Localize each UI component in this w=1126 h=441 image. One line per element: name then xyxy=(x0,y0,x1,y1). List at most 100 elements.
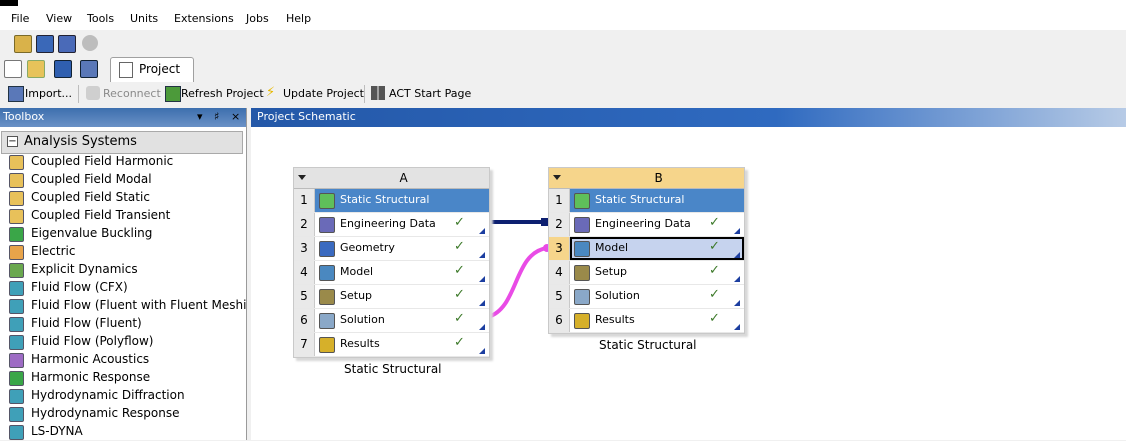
toolbox-item[interactable]: Hydrodynamic Diffraction xyxy=(0,387,246,405)
solution-model-link[interactable] xyxy=(487,246,548,319)
cell-number: 6 xyxy=(294,309,315,332)
cell-body[interactable]: Model ✓ xyxy=(315,261,489,284)
cell-label: Static Structural xyxy=(340,193,430,206)
toolbox-item[interactable]: Harmonic Acoustics xyxy=(0,351,246,369)
system-header[interactable]: A xyxy=(294,168,489,189)
cell-body[interactable]: Static Structural xyxy=(570,189,744,212)
toolbox-title: Toolbox xyxy=(3,110,45,123)
toolbox-item-label: Coupled Field Static xyxy=(31,190,150,204)
act-start-page-button[interactable]: ACT Start Page xyxy=(389,87,471,100)
system-block-a[interactable]: A 1 Static Structural 2 Engineering Data ✓ 3 Ge… xyxy=(293,167,490,358)
toolbox-item-label: Harmonic Acoustics xyxy=(31,352,150,366)
update-project-button[interactable]: Update Project xyxy=(283,87,364,100)
cell-body[interactable]: Setup ✓ xyxy=(315,285,489,308)
cell-body[interactable]: Model ✓ xyxy=(570,237,744,260)
results-icon xyxy=(574,313,590,329)
save-as-icon[interactable] xyxy=(80,60,98,78)
toolbox-menu-icon[interactable]: ▾ xyxy=(197,110,203,123)
system-name-label[interactable]: Static Structural xyxy=(344,362,442,376)
fluent-icon xyxy=(9,317,24,332)
system-cell[interactable]: 5 Solution ✓ xyxy=(549,285,744,309)
system-cell[interactable]: 3 Model ✓ xyxy=(549,237,744,261)
system-cell[interactable]: 4 Model ✓ xyxy=(294,261,489,285)
menu-jobs[interactable]: Jobs xyxy=(246,12,269,25)
polyflow-icon xyxy=(9,335,24,350)
buckling-icon xyxy=(9,227,24,242)
cell-body[interactable]: Solution ✓ xyxy=(570,285,744,308)
up-to-date-check-icon: ✓ xyxy=(454,263,465,278)
close-icon[interactable]: × xyxy=(231,110,240,123)
project-schematic: Project Schematic A 1 Static Structural 2 En… xyxy=(251,108,1126,440)
toolbox-item[interactable]: Hydrodynamic Response xyxy=(0,405,246,423)
cell-body[interactable]: Static Structural xyxy=(315,189,489,212)
import-button[interactable]: Import... xyxy=(25,87,72,100)
menu-units[interactable]: Units xyxy=(130,12,158,25)
collapse-icon[interactable]: − xyxy=(7,136,18,147)
new-icon[interactable] xyxy=(4,60,22,78)
cell-label: Solution xyxy=(595,289,640,302)
toolbox-item[interactable]: Coupled Field Modal xyxy=(0,171,246,189)
up-to-date-check-icon: ✓ xyxy=(454,239,465,254)
system-cell[interactable]: 3 Geometry ✓ xyxy=(294,237,489,261)
solution-icon xyxy=(319,313,335,329)
save-as-workspace-icon[interactable] xyxy=(58,35,76,53)
dropdown-arrow-icon[interactable] xyxy=(298,175,306,180)
import-icon xyxy=(8,86,24,102)
cell-corner-marker xyxy=(734,276,740,282)
cell-body[interactable]: Geometry ✓ xyxy=(315,237,489,260)
toolbox-item[interactable]: Coupled Field Static xyxy=(0,189,246,207)
toolbox-item[interactable]: Fluid Flow (Fluent) xyxy=(0,315,246,333)
up-to-date-check-icon: ✓ xyxy=(709,239,720,254)
system-block-b[interactable]: B 1 Static Structural 2 Engineering Data ✓ 3 Mo… xyxy=(548,167,745,334)
toolbox-item[interactable]: Fluid Flow (CFX) xyxy=(0,279,246,297)
menu-file[interactable]: File xyxy=(11,12,29,25)
coupled-field-icon xyxy=(9,209,24,224)
system-cell[interactable]: 6 Solution ✓ xyxy=(294,309,489,333)
menu-extensions[interactable]: Extensions xyxy=(174,12,234,25)
cell-body[interactable]: Engineering Data ✓ xyxy=(315,213,489,236)
system-cell[interactable]: 1 Static Structural xyxy=(549,189,744,213)
toolbox-item[interactable]: Eigenvalue Buckling xyxy=(0,225,246,243)
hydro-icon xyxy=(9,407,24,422)
up-to-date-check-icon: ✓ xyxy=(709,215,720,230)
reconnect-button[interactable]: Reconnect xyxy=(103,87,161,100)
cell-body[interactable]: Engineering Data ✓ xyxy=(570,213,744,236)
menu-tools[interactable]: Tools xyxy=(87,12,114,25)
toolbox-item[interactable]: Coupled Field Harmonic xyxy=(0,153,246,171)
system-cell[interactable]: 7 Results ✓ xyxy=(294,333,489,357)
open-icon[interactable] xyxy=(27,60,45,78)
save-icon[interactable] xyxy=(54,60,72,78)
menu-help[interactable]: Help xyxy=(286,12,311,25)
system-cell[interactable]: 4 Setup ✓ xyxy=(549,261,744,285)
system-cell[interactable]: 5 Setup ✓ xyxy=(294,285,489,309)
toolbox-item[interactable]: Electric xyxy=(0,243,246,261)
system-cell[interactable]: 2 Engineering Data ✓ xyxy=(549,213,744,237)
toolbox-item[interactable]: LS-DYNA xyxy=(0,423,246,441)
refresh-project-button[interactable]: Refresh Project xyxy=(181,87,264,100)
menu-view[interactable]: View xyxy=(46,12,72,25)
open-workspace-icon[interactable] xyxy=(14,35,32,53)
dropdown-arrow-icon[interactable] xyxy=(553,175,561,180)
tab-project-label: Project xyxy=(139,62,181,76)
up-to-date-check-icon: ✓ xyxy=(454,215,465,230)
toolbox-item-label: Hydrodynamic Response xyxy=(31,406,180,420)
system-cell[interactable]: 1 Static Structural xyxy=(294,189,489,213)
toolbox-item[interactable]: Harmonic Response xyxy=(0,369,246,387)
toolbox-item[interactable]: Coupled Field Transient xyxy=(0,207,246,225)
system-cell[interactable]: 2 Engineering Data ✓ xyxy=(294,213,489,237)
system-cell[interactable]: 6 Results ✓ xyxy=(549,309,744,333)
tab-project[interactable]: Project xyxy=(110,57,194,82)
cell-body[interactable]: Results ✓ xyxy=(315,333,489,356)
cell-body[interactable]: Solution ✓ xyxy=(315,309,489,332)
cell-body[interactable]: Results ✓ xyxy=(570,309,744,332)
disabled-globe-icon xyxy=(82,35,98,51)
toolbox-item[interactable]: Fluid Flow (Fluent with Fluent Meshing) xyxy=(0,297,246,315)
cell-body[interactable]: Setup ✓ xyxy=(570,261,744,284)
system-name-label[interactable]: Static Structural xyxy=(599,338,697,352)
pin-icon[interactable]: ♯ xyxy=(214,110,219,123)
system-header[interactable]: B xyxy=(549,168,744,189)
toolbox-item[interactable]: Fluid Flow (Polyflow) xyxy=(0,333,246,351)
save-workspace-icon[interactable] xyxy=(36,35,54,53)
toolbox-item[interactable]: Explicit Dynamics xyxy=(0,261,246,279)
analysis-systems-group[interactable]: − Analysis Systems xyxy=(1,131,243,154)
